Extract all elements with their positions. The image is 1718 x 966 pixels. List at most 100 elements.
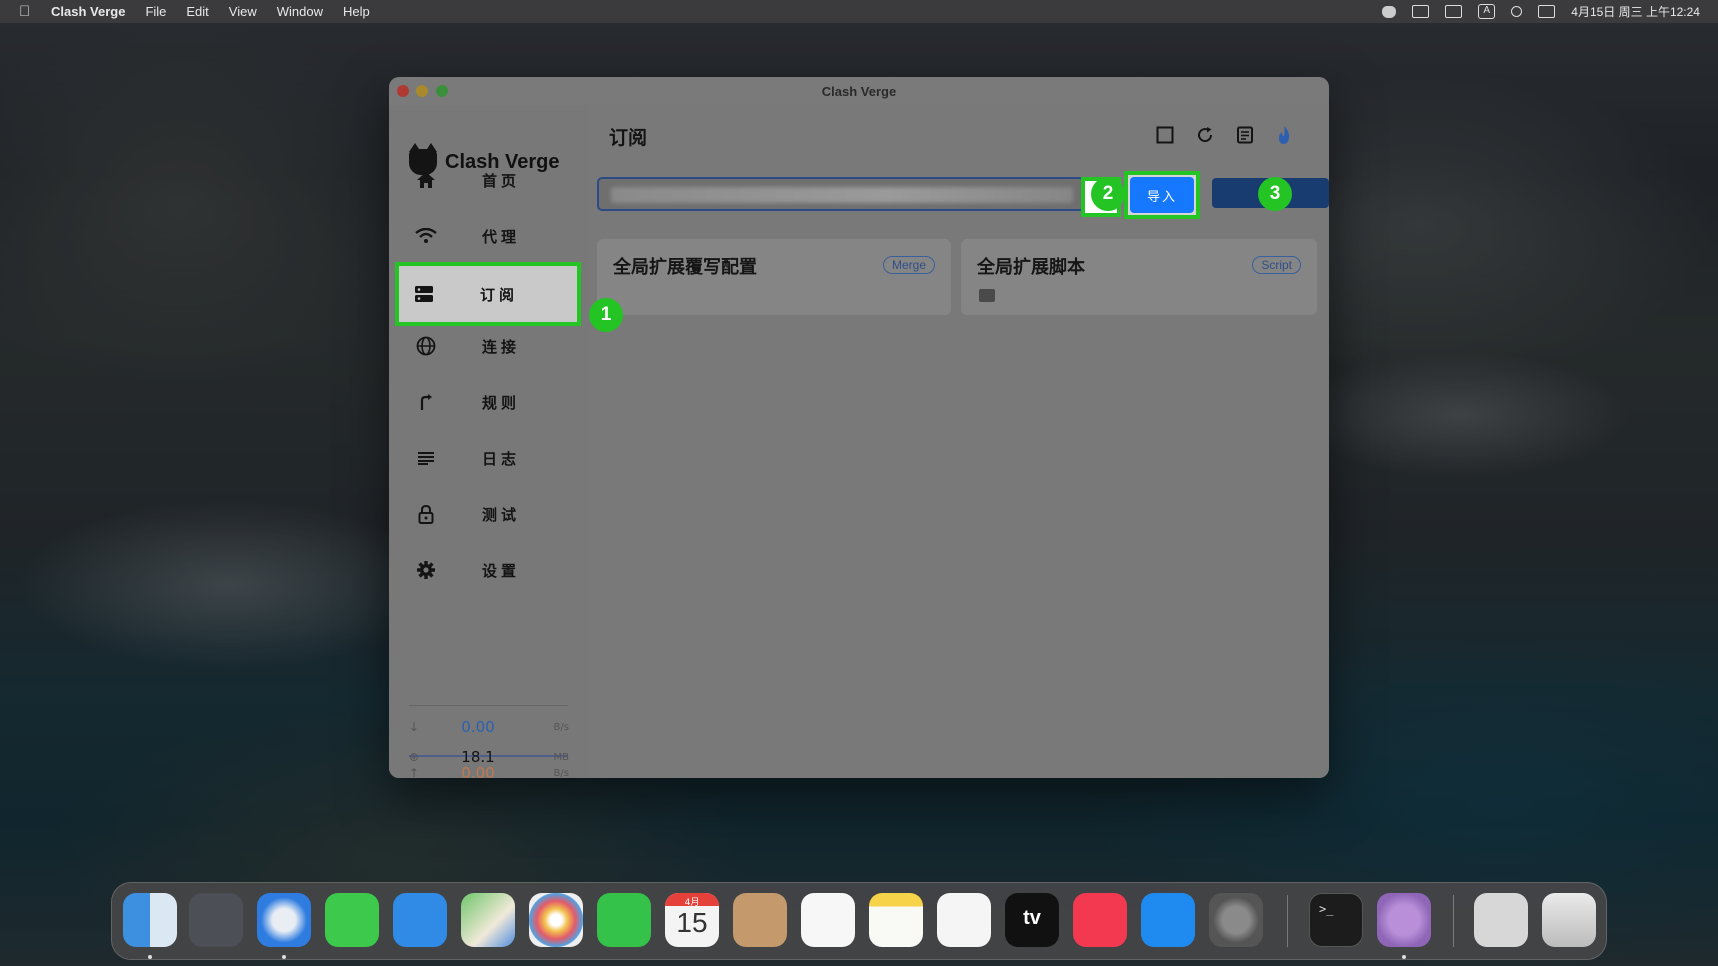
screen-record-icon[interactable] [1412,5,1430,18]
main-panel: 订阅 × 导入 全局扩展覆写配置 Merge 全局扩展脚本 Scr [587,105,1329,778]
mail-icon[interactable] [393,893,447,947]
script-file-icon [979,289,995,302]
downloads-stack-icon[interactable] [1474,893,1528,947]
page-title: 订阅 [609,127,648,149]
terminal-icon[interactable]: >_ [1309,893,1363,947]
card-tag: Script [1252,256,1301,274]
input-source-icon[interactable]: A [1478,4,1496,19]
wifi-icon [414,224,438,248]
download-arrow-icon: ↓ [409,720,420,734]
safari-icon[interactable] [257,893,311,947]
apple-tv-icon[interactable]: tv [1005,893,1059,947]
facetime-icon[interactable] [597,893,651,947]
zoom-window-button[interactable] [436,85,448,97]
calendar-day: 15 [676,907,708,938]
menu-app-name[interactable]: Clash Verge [51,4,125,19]
photos-icon[interactable] [529,893,583,947]
minimize-window-button[interactable] [416,85,428,97]
window-title: Clash Verge [821,84,897,99]
menu-edit[interactable]: Edit [186,4,208,19]
card-title: 全局扩展覆写配置 [613,257,757,278]
list-icon [414,446,438,470]
trash-icon[interactable] [1542,893,1596,947]
sidebar-item-label: 日志 [482,449,521,468]
app-store-icon[interactable] [1141,893,1195,947]
menu-window[interactable]: Window [277,4,323,19]
import-button[interactable]: 导入 [1130,177,1194,213]
activate-button[interactable] [1272,125,1296,149]
spotlight-search-icon[interactable] [1511,6,1523,17]
gear-icon [414,558,438,582]
download-speed-row: ↓ 0.00 B/s [409,717,569,737]
sidebar-item-subscriptions[interactable]: 订阅 [395,262,581,326]
upload-arrow-icon: ↑ [409,766,420,778]
edit-config-button[interactable] [1233,125,1257,149]
sidebar-item-home[interactable]: 首页 [397,154,579,206]
blurred-url-text [611,187,1073,203]
sidebar-item-label: 测试 [482,505,521,524]
square-icon [1156,126,1174,148]
running-indicator [148,955,152,959]
apple-menu-icon[interactable]:  [19,3,35,20]
sidebar-item-label: 代理 [482,227,521,246]
music-icon[interactable] [1073,893,1127,947]
download-speed-value: 0.00 [461,718,495,736]
clash-verge-dock-icon[interactable] [1377,893,1431,947]
sidebar-item-label: 订阅 [480,285,519,304]
menu-view[interactable]: View [229,4,257,19]
sidebar-item-proxy[interactable]: 代理 [397,210,579,262]
dock-separator [1453,895,1454,947]
sidebar-divider [409,705,568,706]
subscription-url-input[interactable] [597,177,1085,211]
refresh-button[interactable] [1193,125,1217,149]
messages-icon[interactable] [325,893,379,947]
menu-bar:  Clash Verge File Edit View Window Help… [0,0,1718,23]
fork-icon [414,390,438,414]
dock: 4月 15 tv >_ [111,882,1607,960]
annotation-badge-3: 3 [1258,177,1292,211]
card-title: 全局扩展脚本 [977,257,1085,278]
card-tag: Merge [882,256,935,274]
menu-clock[interactable]: 4月15日 周三 上午12:24 [1571,3,1700,20]
reminders-icon[interactable] [801,893,855,947]
annotation-badge-1: 1 [589,298,623,332]
sidebar-item-rules[interactable]: 规则 [397,376,579,428]
notes-icon[interactable] [869,893,923,947]
download-speed-unit: B/s [553,721,569,733]
running-indicator [282,955,286,959]
terminal-prompt: >_ [1319,902,1334,916]
globe-icon [414,334,438,358]
window-switch-icon[interactable] [1445,5,1463,18]
lock-icon [414,502,438,526]
sidebar-item-logs[interactable]: 日志 [397,432,579,484]
sidebar: Clash Verge 首页 代理 订阅 连接 规则 日志 测试 设置 ↑ 0.… [389,105,587,778]
launchpad-icon[interactable] [189,893,243,947]
contacts-icon[interactable] [733,893,787,947]
sidebar-item-test[interactable]: 测试 [397,488,579,540]
system-settings-icon[interactable] [1209,893,1263,947]
clash-verge-window: Clash Verge Clash Verge 首页 代理 订阅 连接 规则 日… [389,77,1329,778]
maps-icon[interactable] [461,893,515,947]
profile-card-merge[interactable]: 全局扩展覆写配置 Merge [597,239,951,315]
control-center-icon[interactable] [1538,5,1556,18]
sidebar-item-label: 规则 [482,393,521,412]
profile-card-script[interactable]: 全局扩展脚本 Script [961,239,1317,315]
sidebar-item-label: 设置 [482,561,521,580]
sidebar-item-settings[interactable]: 设置 [397,544,579,596]
select-toggle-button[interactable] [1153,125,1177,149]
fire-icon [1276,125,1292,149]
menu-help[interactable]: Help [343,4,370,19]
tv-label: tv [1023,907,1041,929]
calendar-icon[interactable]: 4月 15 [665,893,719,947]
clash-status-icon[interactable] [1382,5,1397,18]
sidebar-item-connections[interactable]: 连接 [397,320,579,372]
menu-file[interactable]: File [145,4,166,19]
refresh-icon [1196,126,1214,148]
server-icon [412,282,436,306]
upload-speed-unit: B/s [553,767,569,779]
sidebar-item-label: 首页 [482,171,521,190]
finder-icon[interactable] [123,893,177,947]
running-indicator [1402,955,1406,959]
close-window-button[interactable] [397,85,409,97]
freeform-icon[interactable] [937,893,991,947]
